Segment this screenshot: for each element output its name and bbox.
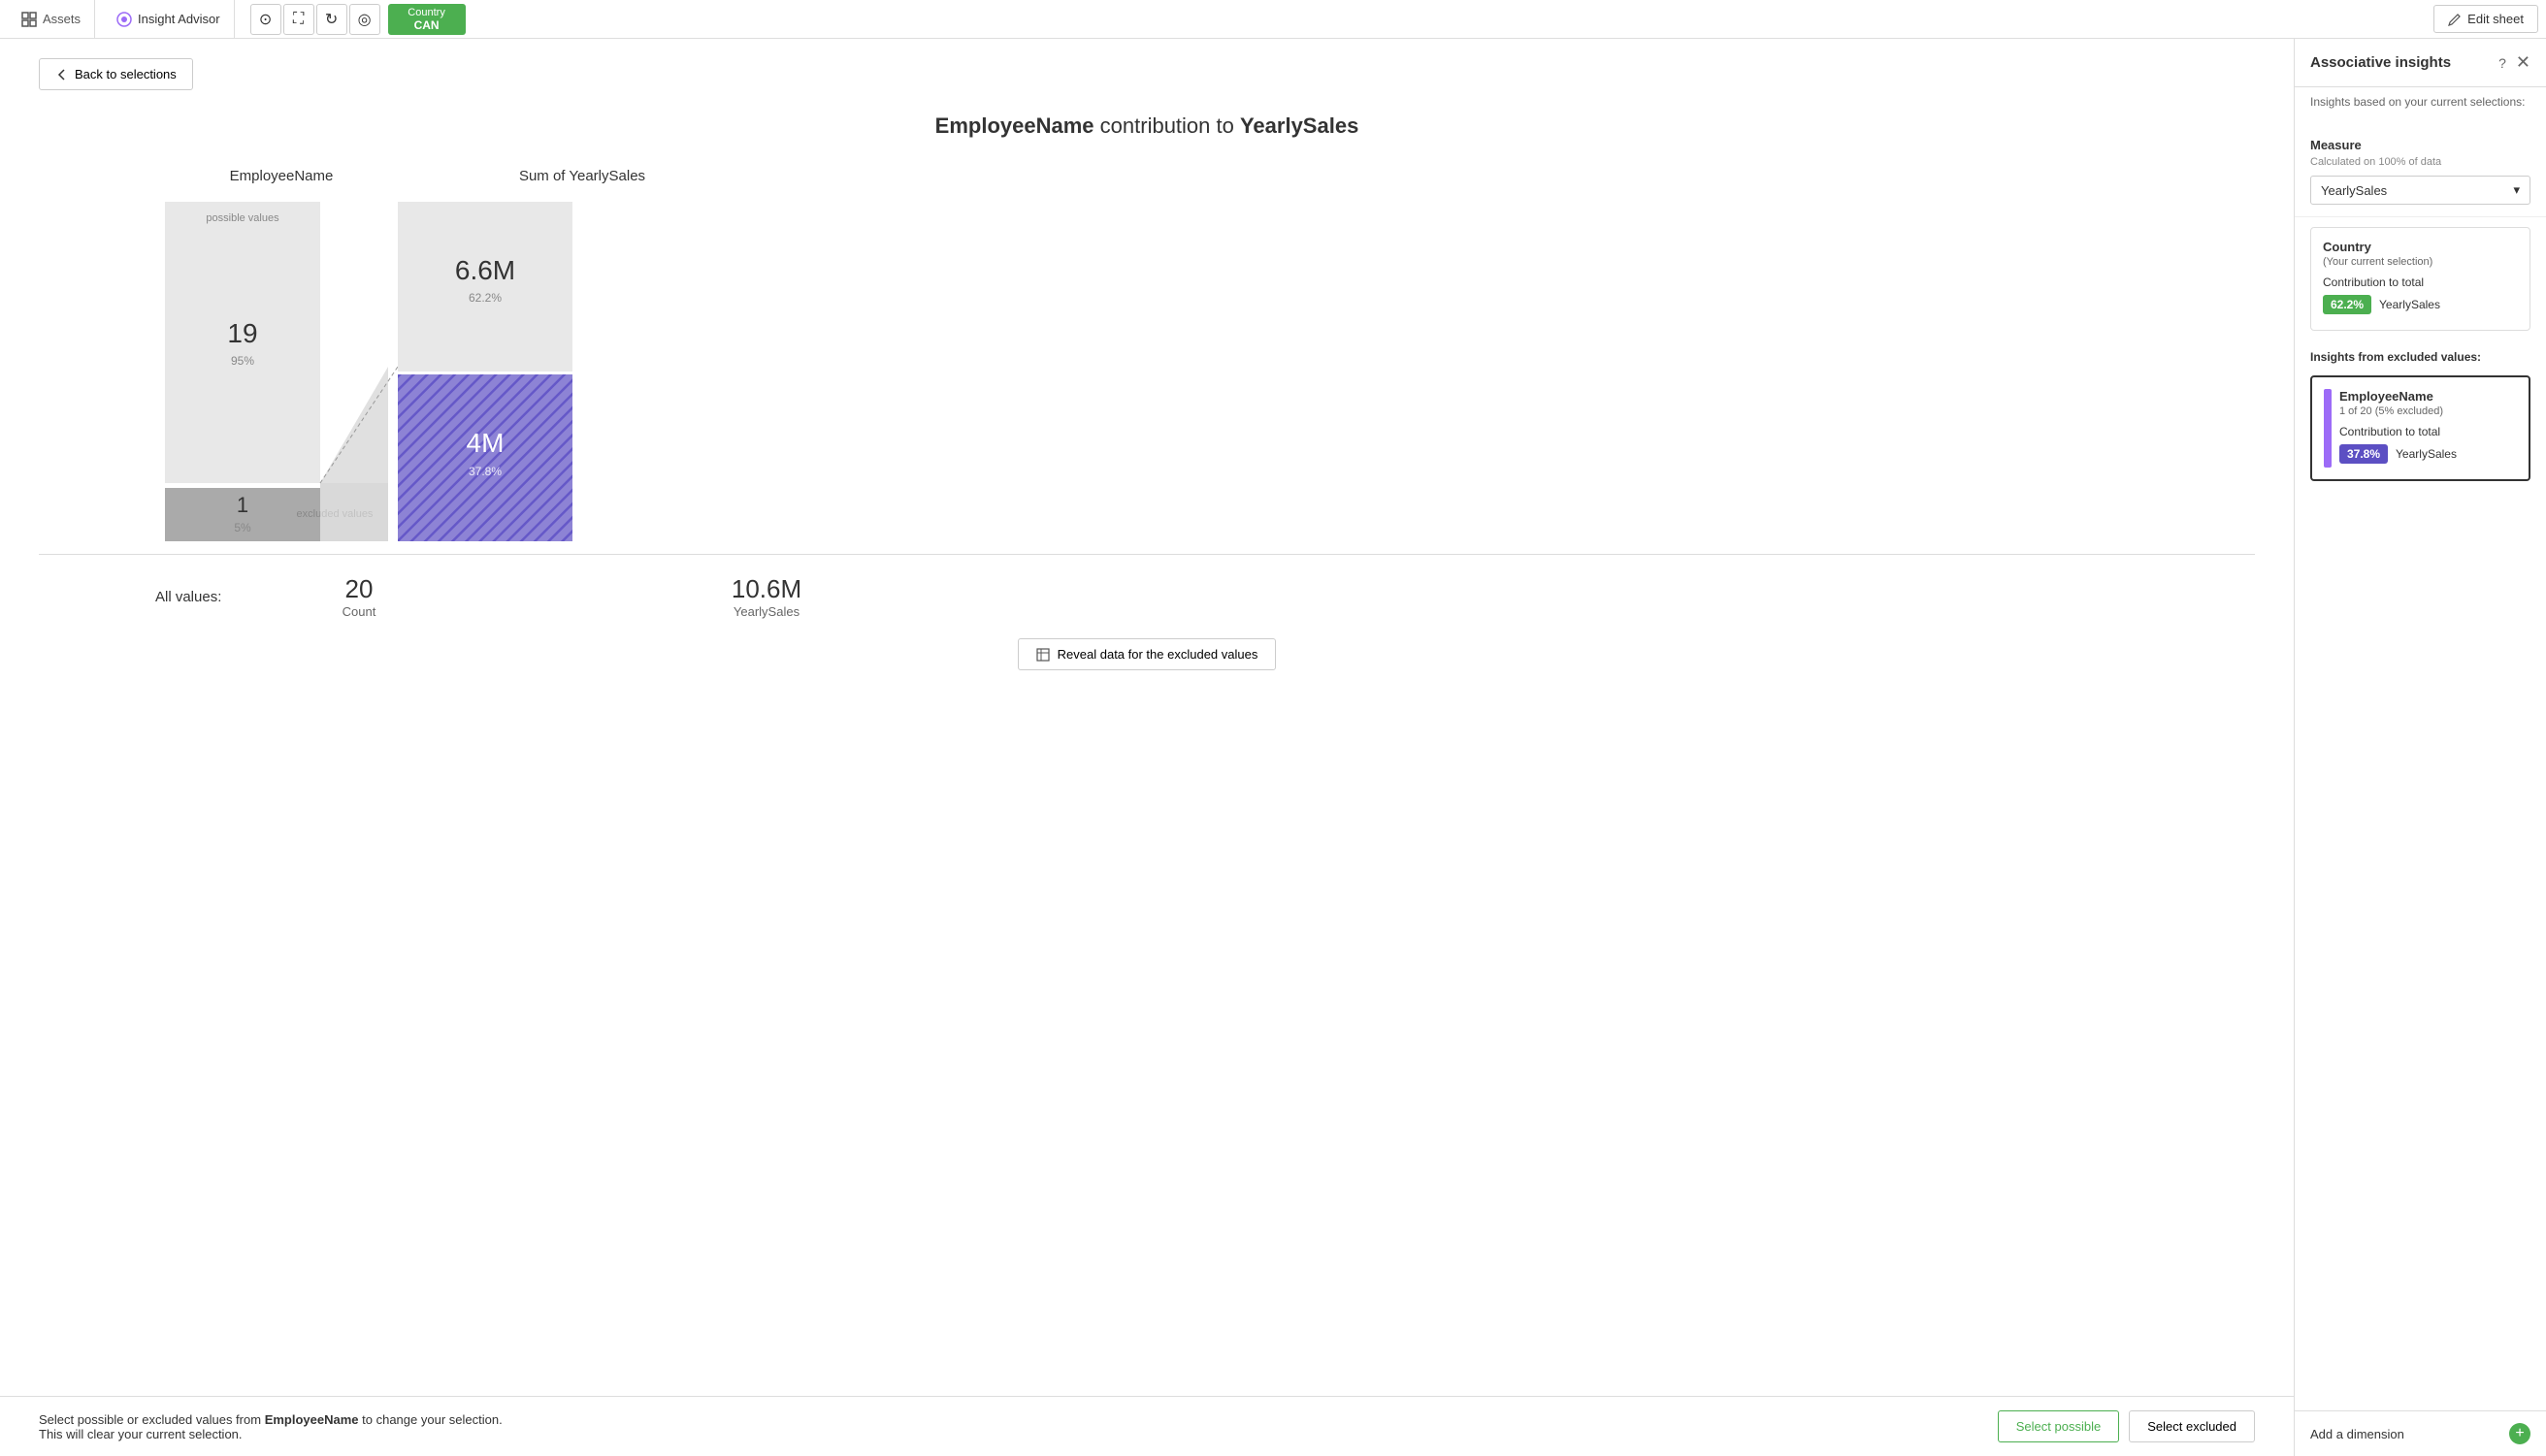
insight-advisor-tab[interactable]: Insight Advisor <box>103 0 235 38</box>
plus-icon: + <box>2509 1423 2530 1444</box>
bottom-text-prefix: Select possible or excluded values from <box>39 1412 261 1427</box>
country-card-title: Country <box>2323 240 2518 254</box>
chart-title: EmployeeName contribution to YearlySales <box>39 113 2255 139</box>
all-values-count: 20 <box>281 574 437 604</box>
measure-select[interactable]: YearlySales ▾ <box>2310 176 2530 205</box>
employee-card-subtitle: 1 of 20 (5% excluded) <box>2339 405 2517 417</box>
back-button-label: Back to selections <box>75 67 177 81</box>
select-excluded-button[interactable]: Select excluded <box>2129 1410 2255 1442</box>
left-col-header: EmployeeName <box>155 168 408 184</box>
select-possible-button[interactable]: Select possible <box>1998 1410 2119 1442</box>
edit-icon <box>2448 13 2462 26</box>
bottom-buttons: Select possible Select excluded <box>1998 1410 2255 1442</box>
country-card-section: Country (Your current selection) Contrib… <box>2295 217 2546 340</box>
employee-card-title: EmployeeName <box>2339 389 2517 404</box>
all-values-count-label: Count <box>281 604 437 619</box>
insight-advisor-label: Insight Advisor <box>138 12 220 26</box>
excluded-insights-label: Insights from excluded values: <box>2295 340 2546 368</box>
sidebar-title: Associative insights <box>2310 54 2451 71</box>
all-values-sum-col: 10.6M YearlySales <box>679 574 854 619</box>
content-inner: Back to selections EmployeeName contribu… <box>0 39 2294 1396</box>
assets-icon <box>21 12 37 27</box>
content-area: Back to selections EmployeeName contribu… <box>0 39 2294 1456</box>
expand-icon[interactable]: ⛶ <box>283 4 314 35</box>
add-dimension-button[interactable]: Add a dimension + <box>2295 1410 2546 1456</box>
employee-card-bar <box>2324 389 2332 468</box>
country-card-subtitle: (Your current selection) <box>2323 256 2518 268</box>
chart-column-headers: EmployeeName Sum of YearlySales <box>39 168 2255 184</box>
chart-area: possible values 19 95% 1 5% excluded val… <box>39 192 2255 554</box>
employee-contribution-row: 37.8% YearlySales <box>2339 444 2517 464</box>
back-arrow-icon <box>55 68 69 81</box>
country-contrib-label: Contribution to total <box>2323 275 2518 289</box>
edit-sheet-label: Edit sheet <box>2467 12 2524 26</box>
chevron-down-icon: ▾ <box>2513 182 2520 198</box>
sidebar-header: Associative insights ? ✕ <box>2295 39 2546 87</box>
selection-value: CAN <box>414 18 440 32</box>
bottom-bar-text: Select possible or excluded values from … <box>39 1412 524 1441</box>
all-values-sum-label: YearlySales <box>679 604 854 619</box>
selection-field: Country <box>408 7 445 18</box>
all-values-label: All values: <box>155 574 281 619</box>
all-values-row: All values: 20 Count 10.6M YearlySales <box>39 554 2255 619</box>
employee-contrib-label: Contribution to total <box>2339 425 2517 438</box>
employee-contrib-badge: 37.8% <box>2339 444 2388 464</box>
employee-insight-card[interactable]: EmployeeName 1 of 20 (5% excluded) Contr… <box>2310 375 2530 481</box>
insight-advisor-icon <box>116 12 132 27</box>
reveal-btn-label: Reveal data for the excluded values <box>1058 647 1258 662</box>
zoom-icon[interactable]: ⊙ <box>250 4 281 35</box>
measure-label: Measure <box>2310 138 2530 152</box>
svg-text:5%: 5% <box>234 521 251 534</box>
right-col-header: Sum of YearlySales <box>446 168 718 184</box>
target-icon[interactable]: ◎ <box>349 4 380 35</box>
assets-tab[interactable]: Assets <box>8 0 95 38</box>
chart-svg: possible values 19 95% 1 5% excluded val… <box>155 192 757 551</box>
measure-section: Measure Calculated on 100% of data Yearl… <box>2295 126 2546 217</box>
country-contrib-badge: 62.2% <box>2323 295 2371 314</box>
nav-icons: ⊙ ⛶ ↻ ◎ <box>250 4 380 35</box>
employee-card-content: EmployeeName 1 of 20 (5% excluded) Contr… <box>2339 389 2517 468</box>
associative-insights-sidebar: Associative insights ? ✕ Insights based … <box>2294 39 2546 1456</box>
svg-text:6.6M: 6.6M <box>455 255 515 285</box>
employee-contrib-measure: YearlySales <box>2396 447 2457 461</box>
edit-sheet-button[interactable]: Edit sheet <box>2433 5 2538 33</box>
chart-title-verb: contribution to <box>1100 113 1240 138</box>
bottom-field-name: EmployeeName <box>265 1412 359 1427</box>
add-dimension-label: Add a dimension <box>2310 1427 2404 1441</box>
country-contrib-measure: YearlySales <box>2379 298 2440 311</box>
country-contribution-row: 62.2% YearlySales <box>2323 295 2518 314</box>
main-layout: Back to selections EmployeeName contribu… <box>0 39 2546 1456</box>
svg-text:62.2%: 62.2% <box>469 291 502 305</box>
svg-text:19: 19 <box>227 318 257 348</box>
back-to-selections-button[interactable]: Back to selections <box>39 58 193 90</box>
svg-text:1: 1 <box>237 493 248 517</box>
selection-chip[interactable]: Country CAN <box>388 4 466 35</box>
all-values-sum: 10.6M <box>679 574 854 604</box>
chart-title-field: EmployeeName <box>935 113 1094 138</box>
svg-text:37.8%: 37.8% <box>469 465 502 478</box>
svg-text:4M: 4M <box>467 428 505 458</box>
close-button[interactable]: ✕ <box>2516 52 2530 73</box>
top-nav: Assets Insight Advisor ⊙ ⛶ ↻ ◎ Country C… <box>0 0 2546 39</box>
reveal-button-area: Reveal data for the excluded values <box>39 638 2255 670</box>
help-icon[interactable]: ? <box>2498 55 2506 71</box>
assets-label: Assets <box>43 12 81 26</box>
measure-value: YearlySales <box>2321 183 2387 198</box>
rotate-icon[interactable]: ↻ <box>316 4 347 35</box>
measure-sublabel: Calculated on 100% of data <box>2310 156 2530 168</box>
chart-title-measure: YearlySales <box>1240 113 1358 138</box>
sidebar-description: Insights based on your current selection… <box>2295 87 2546 116</box>
all-values-count-col: 20 Count <box>281 574 437 619</box>
svg-text:possible values: possible values <box>206 212 279 224</box>
employee-card-inner: EmployeeName 1 of 20 (5% excluded) Contr… <box>2324 389 2517 468</box>
bottom-bar: Select possible or excluded values from … <box>0 1396 2294 1456</box>
svg-text:95%: 95% <box>231 354 254 368</box>
country-insight-card: Country (Your current selection) Contrib… <box>2310 227 2530 331</box>
table-icon <box>1036 648 1050 662</box>
reveal-excluded-button[interactable]: Reveal data for the excluded values <box>1018 638 1277 670</box>
